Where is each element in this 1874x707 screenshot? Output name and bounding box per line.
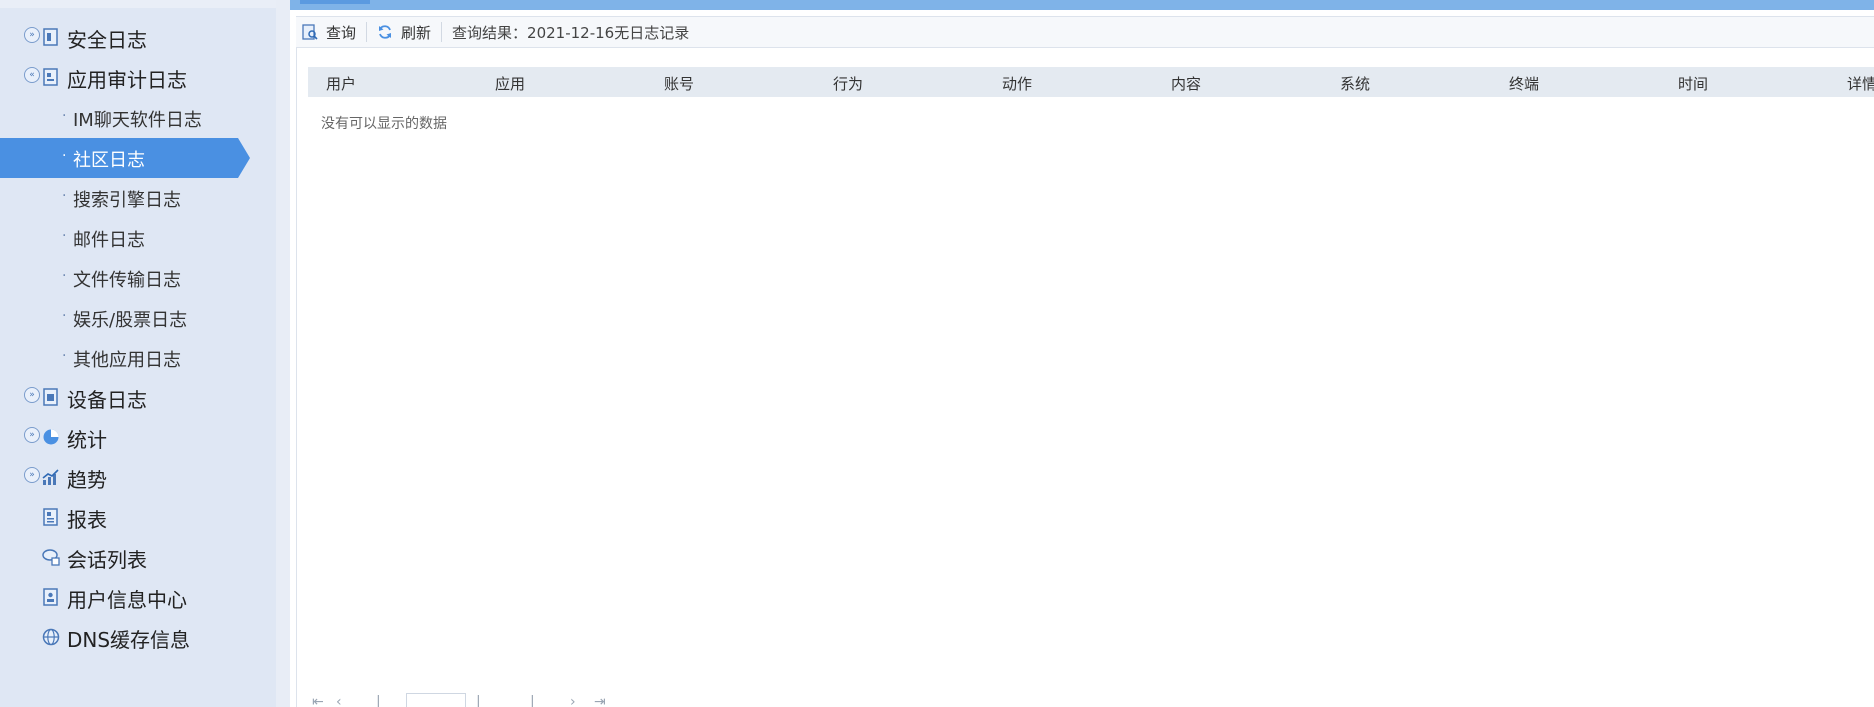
empty-grid-message: 没有可以显示的数据	[321, 116, 447, 132]
document-icon	[43, 388, 58, 406]
sidebar-subitem-file-transfer-log[interactable]: · 文件传输日志	[0, 258, 238, 298]
document-icon	[43, 68, 58, 86]
report-icon	[43, 508, 58, 526]
sidebar-subitem-label: 搜索引擎日志	[73, 190, 181, 211]
refresh-button-label: 刷新	[401, 23, 432, 42]
pager-separator: |	[530, 694, 535, 707]
panel-title-bar	[290, 0, 1874, 10]
sidebar-subitem-label: IM聊天软件日志	[73, 110, 202, 131]
sidebar-item-label: 统计	[67, 428, 107, 452]
panel-tab[interactable]	[300, 0, 370, 4]
next-page-icon[interactable]: ›	[570, 694, 576, 707]
sidebar-subitem-community-log[interactable]: · 社区日志	[0, 138, 250, 178]
column-header-details[interactable]: 详情	[1847, 73, 1874, 94]
query-button[interactable]: 查询	[296, 19, 362, 45]
sidebar-item-label: 报表	[67, 508, 107, 532]
grid-panel	[296, 48, 1874, 707]
search-icon	[302, 24, 318, 40]
sidebar-subitem-im-chat-log[interactable]: · IM聊天软件日志	[0, 98, 238, 138]
expand-icon[interactable]: »	[24, 27, 40, 43]
collapse-icon[interactable]: «	[24, 67, 40, 83]
document-icon	[43, 28, 58, 46]
sidebar-item-label: 用户信息中心	[67, 588, 187, 612]
prev-page-icon[interactable]: ‹	[336, 694, 342, 707]
query-result-text: 查询结果：2021-12-16无日志记录	[452, 23, 690, 42]
app-window: » 安全日志 « 应用审计日志 · IM聊天软件日志 · 社区日志 · 搜索引擎…	[0, 0, 1874, 707]
sidebar-splitter[interactable]	[276, 0, 290, 707]
toolbar-separator	[366, 22, 368, 42]
pie-chart-icon	[43, 429, 59, 445]
sidebar-subitem-label: 其他应用日志	[73, 350, 181, 371]
sidebar-item-label: 会话列表	[67, 548, 147, 572]
sidebar-item-label: 安全日志	[67, 28, 147, 52]
trend-chart-icon	[42, 469, 59, 485]
pagination-bar: ⇤ ‹ | | | › ⇥	[308, 692, 1874, 707]
bullet-icon: ·	[62, 188, 67, 204]
toolbar-separator	[441, 22, 443, 42]
page-number-input[interactable]	[406, 693, 466, 707]
expand-icon[interactable]: »	[24, 467, 40, 483]
sidebar: » 安全日志 « 应用审计日志 · IM聊天软件日志 · 社区日志 · 搜索引擎…	[0, 0, 290, 707]
column-header-time[interactable]: 时间	[1678, 73, 1708, 94]
column-header-system[interactable]: 系统	[1340, 73, 1370, 94]
sidebar-subitem-search-engine-log[interactable]: · 搜索引擎日志	[0, 178, 238, 218]
refresh-button[interactable]: 刷新	[371, 19, 437, 45]
first-page-icon[interactable]: ⇤	[312, 694, 324, 707]
sidebar-subitem-entertainment-stock-log[interactable]: · 娱乐/股票日志	[0, 298, 238, 338]
column-header-terminal[interactable]: 终端	[1509, 73, 1539, 94]
sidebar-item-label: DNS缓存信息	[67, 628, 191, 652]
bullet-icon: ·	[62, 348, 67, 364]
column-header-account[interactable]: 账号	[664, 73, 694, 94]
sidebar-subitem-label: 邮件日志	[73, 230, 145, 251]
last-page-icon[interactable]: ⇥	[594, 694, 606, 707]
sidebar-subitem-label: 娱乐/股票日志	[73, 310, 188, 331]
bullet-icon: ·	[62, 268, 67, 284]
sidebar-subitem-label: 文件传输日志	[73, 270, 181, 291]
sidebar-top-strip	[0, 0, 276, 8]
column-header-content[interactable]: 内容	[1171, 73, 1201, 94]
sidebar-subitem-mail-log[interactable]: · 邮件日志	[0, 218, 238, 258]
column-header-user[interactable]: 用户	[326, 73, 356, 94]
expand-icon[interactable]: »	[24, 427, 40, 443]
expand-icon[interactable]: »	[24, 387, 40, 403]
sidebar-subitem-other-app-log[interactable]: · 其他应用日志	[0, 338, 238, 378]
sidebar-item-label: 应用审计日志	[67, 68, 187, 92]
user-info-icon	[43, 588, 58, 606]
sidebar-subitem-label: 社区日志	[73, 150, 145, 171]
chat-icon	[42, 549, 60, 566]
sidebar-item-label: 趋势	[67, 468, 107, 492]
toolbar: 查询 刷新 查询结果：2021-12-16无日志记录	[296, 16, 1874, 48]
bullet-icon: ·	[62, 308, 67, 324]
bullet-icon: ·	[62, 108, 67, 124]
column-header-action[interactable]: 动作	[1002, 73, 1032, 94]
column-header-behavior[interactable]: 行为	[833, 73, 863, 94]
bullet-icon: ·	[62, 148, 67, 164]
refresh-icon	[379, 25, 392, 39]
pager-separator: |	[476, 694, 481, 707]
bullet-icon: ·	[62, 228, 67, 244]
pager-separator: |	[376, 694, 381, 707]
query-button-label: 查询	[326, 23, 357, 42]
globe-icon	[42, 628, 60, 646]
grid-header: 用户 应用 账号 行为 动作 内容 系统 终端 时间 详情	[308, 67, 1874, 97]
sidebar-item-label: 设备日志	[67, 388, 147, 412]
column-header-app[interactable]: 应用	[495, 73, 525, 94]
main-panel: 查询 刷新 查询结果：2021-12-16无日志记录 用户 应用 账号 行为 动…	[290, 0, 1874, 707]
